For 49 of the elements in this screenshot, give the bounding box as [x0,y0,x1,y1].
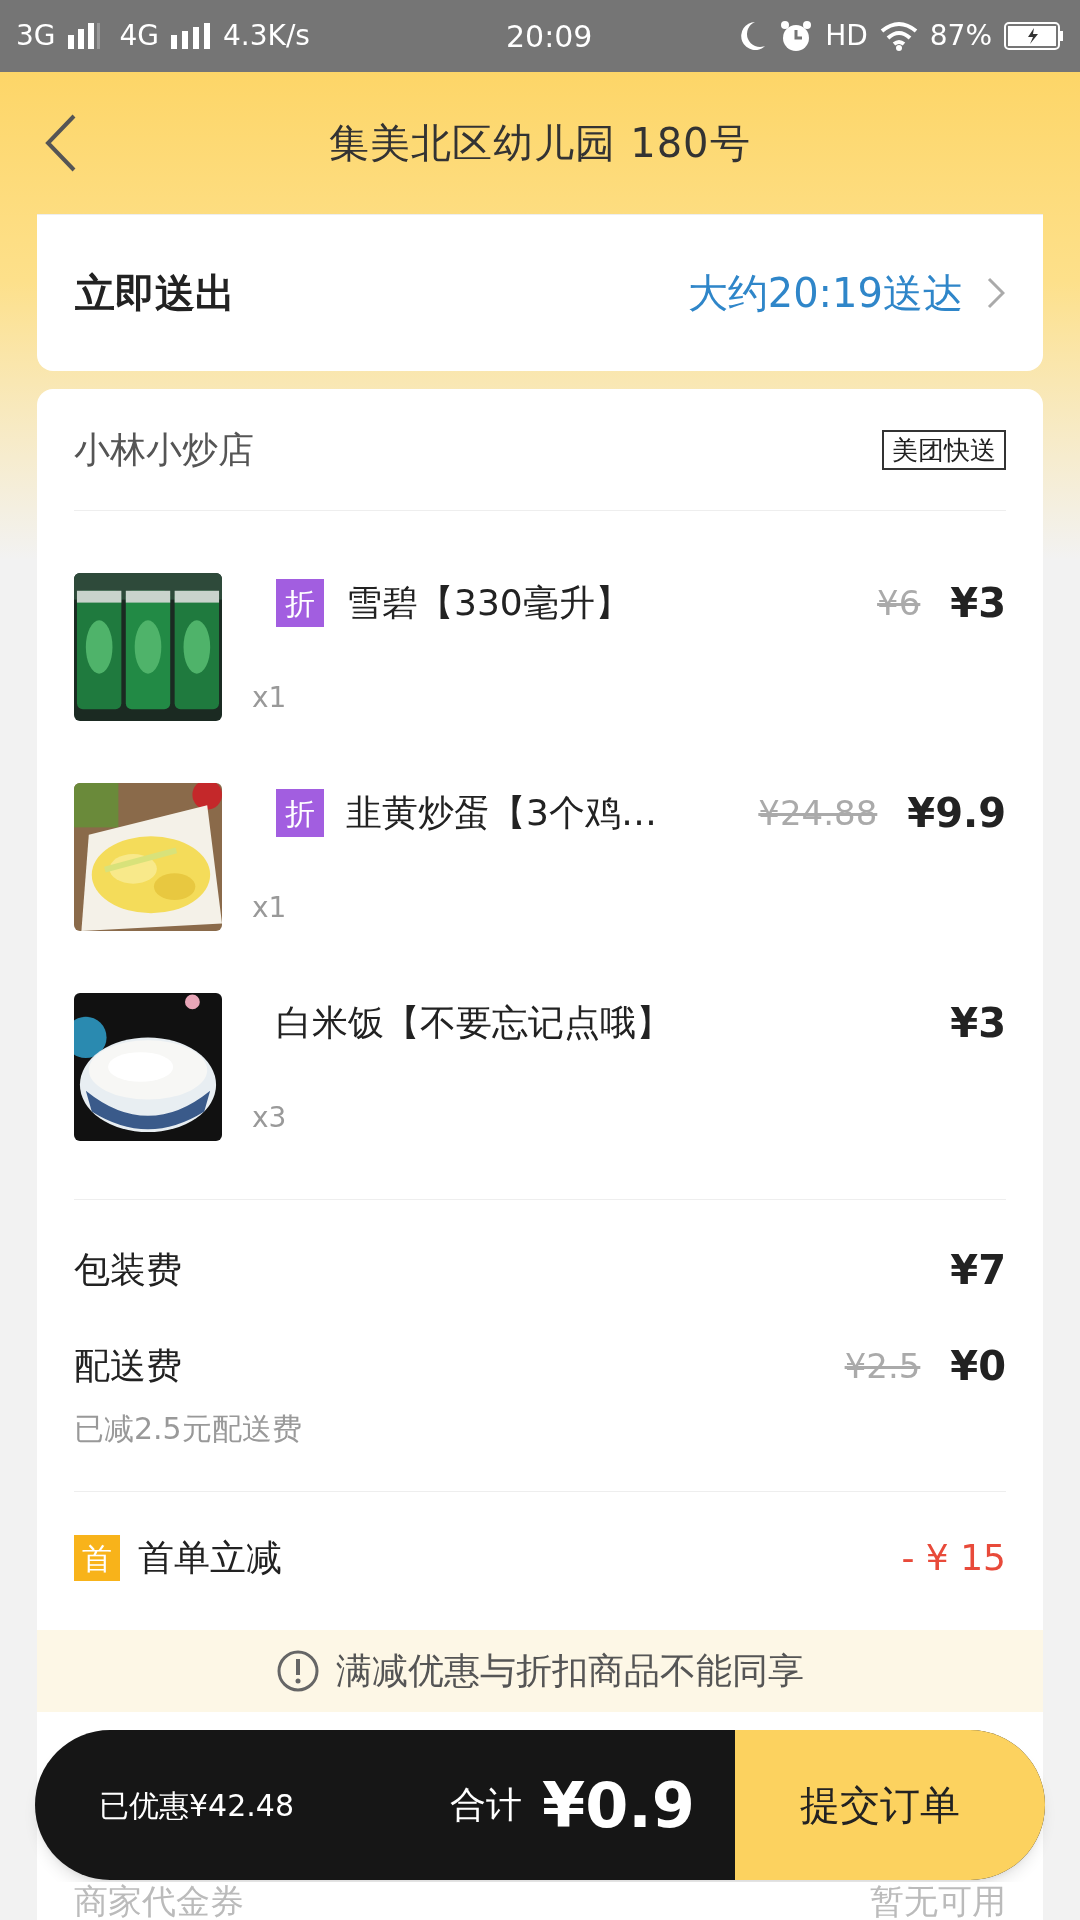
item-name: 白米饭【不要忘记点哦】 [276,1001,672,1045]
delivery-card[interactable]: 立即送出 大约20:19送达 [37,214,1043,371]
delivery-service-tag: 美团快送 [882,429,1006,470]
network-speed: 4.3K/s [223,18,310,54]
total-label: 合计 [450,1783,522,1827]
item-quantity: x3 [252,1100,288,1136]
network-label: 4G [119,18,160,54]
promotion-label: 首单立减 [138,1536,282,1580]
item-quantity: x1 [252,680,288,716]
discount-tag: 折 [276,579,324,627]
item-price: ¥3 [950,999,1006,1048]
promotion-amount: - ¥ 15 [901,1536,1006,1580]
notice-text: 满减优惠与折扣商品不能同享 [336,1649,804,1693]
fee-label: 配送费 [74,1344,182,1388]
discount-summary: 已优惠¥42.48 [99,1786,294,1825]
original-price: ¥6 [877,581,921,625]
page-title: 集美北区幼儿园 180号 [329,119,751,168]
submit-order-button[interactable]: 提交订单 [735,1730,1045,1880]
warning-icon [276,1649,320,1693]
shop-name: 小林小炒店 [74,427,254,472]
item-price: ¥3 [950,579,1006,628]
delivery-time: 大约20:19送达 [687,269,963,318]
fee-note: 已减2.5元配送费 [74,1410,303,1448]
discount-tag: 折 [276,789,324,837]
item-price: ¥9.9 [907,789,1006,838]
network-label: 3G [16,18,56,54]
delivery-label: 立即送出 [75,269,235,318]
alarm-clock-icon [779,19,814,53]
clock: 20:09 [506,17,593,56]
total-amount: ¥0.9 [542,1767,695,1844]
item-quantity: x1 [252,890,288,926]
chevron-right-icon [987,277,1005,309]
fee-amount: ¥7 [950,1246,1006,1295]
voucher-label: 商家代金券 [74,1879,244,1920]
item-name: 雪碧【330毫升】 [346,581,631,625]
signal-icon [67,23,100,49]
battery-charging-icon [1004,22,1064,50]
signal-icon [171,23,212,49]
original-price: ¥24.88 [758,791,878,835]
original-fee: ¥2.5 [844,1344,921,1388]
item-name: 韭黄炒蛋【3个鸡… [346,791,657,835]
battery-percent: 87% [929,18,992,54]
wifi-icon [879,21,918,51]
fee-amount: ¥0 [950,1342,1006,1391]
back-icon [44,113,78,173]
fee-label: 包装费 [74,1248,182,1292]
hd-label: HD [825,18,868,54]
promotion-icon: 首 [74,1535,120,1581]
voucher-status: 暂无可用 [870,1879,1006,1920]
